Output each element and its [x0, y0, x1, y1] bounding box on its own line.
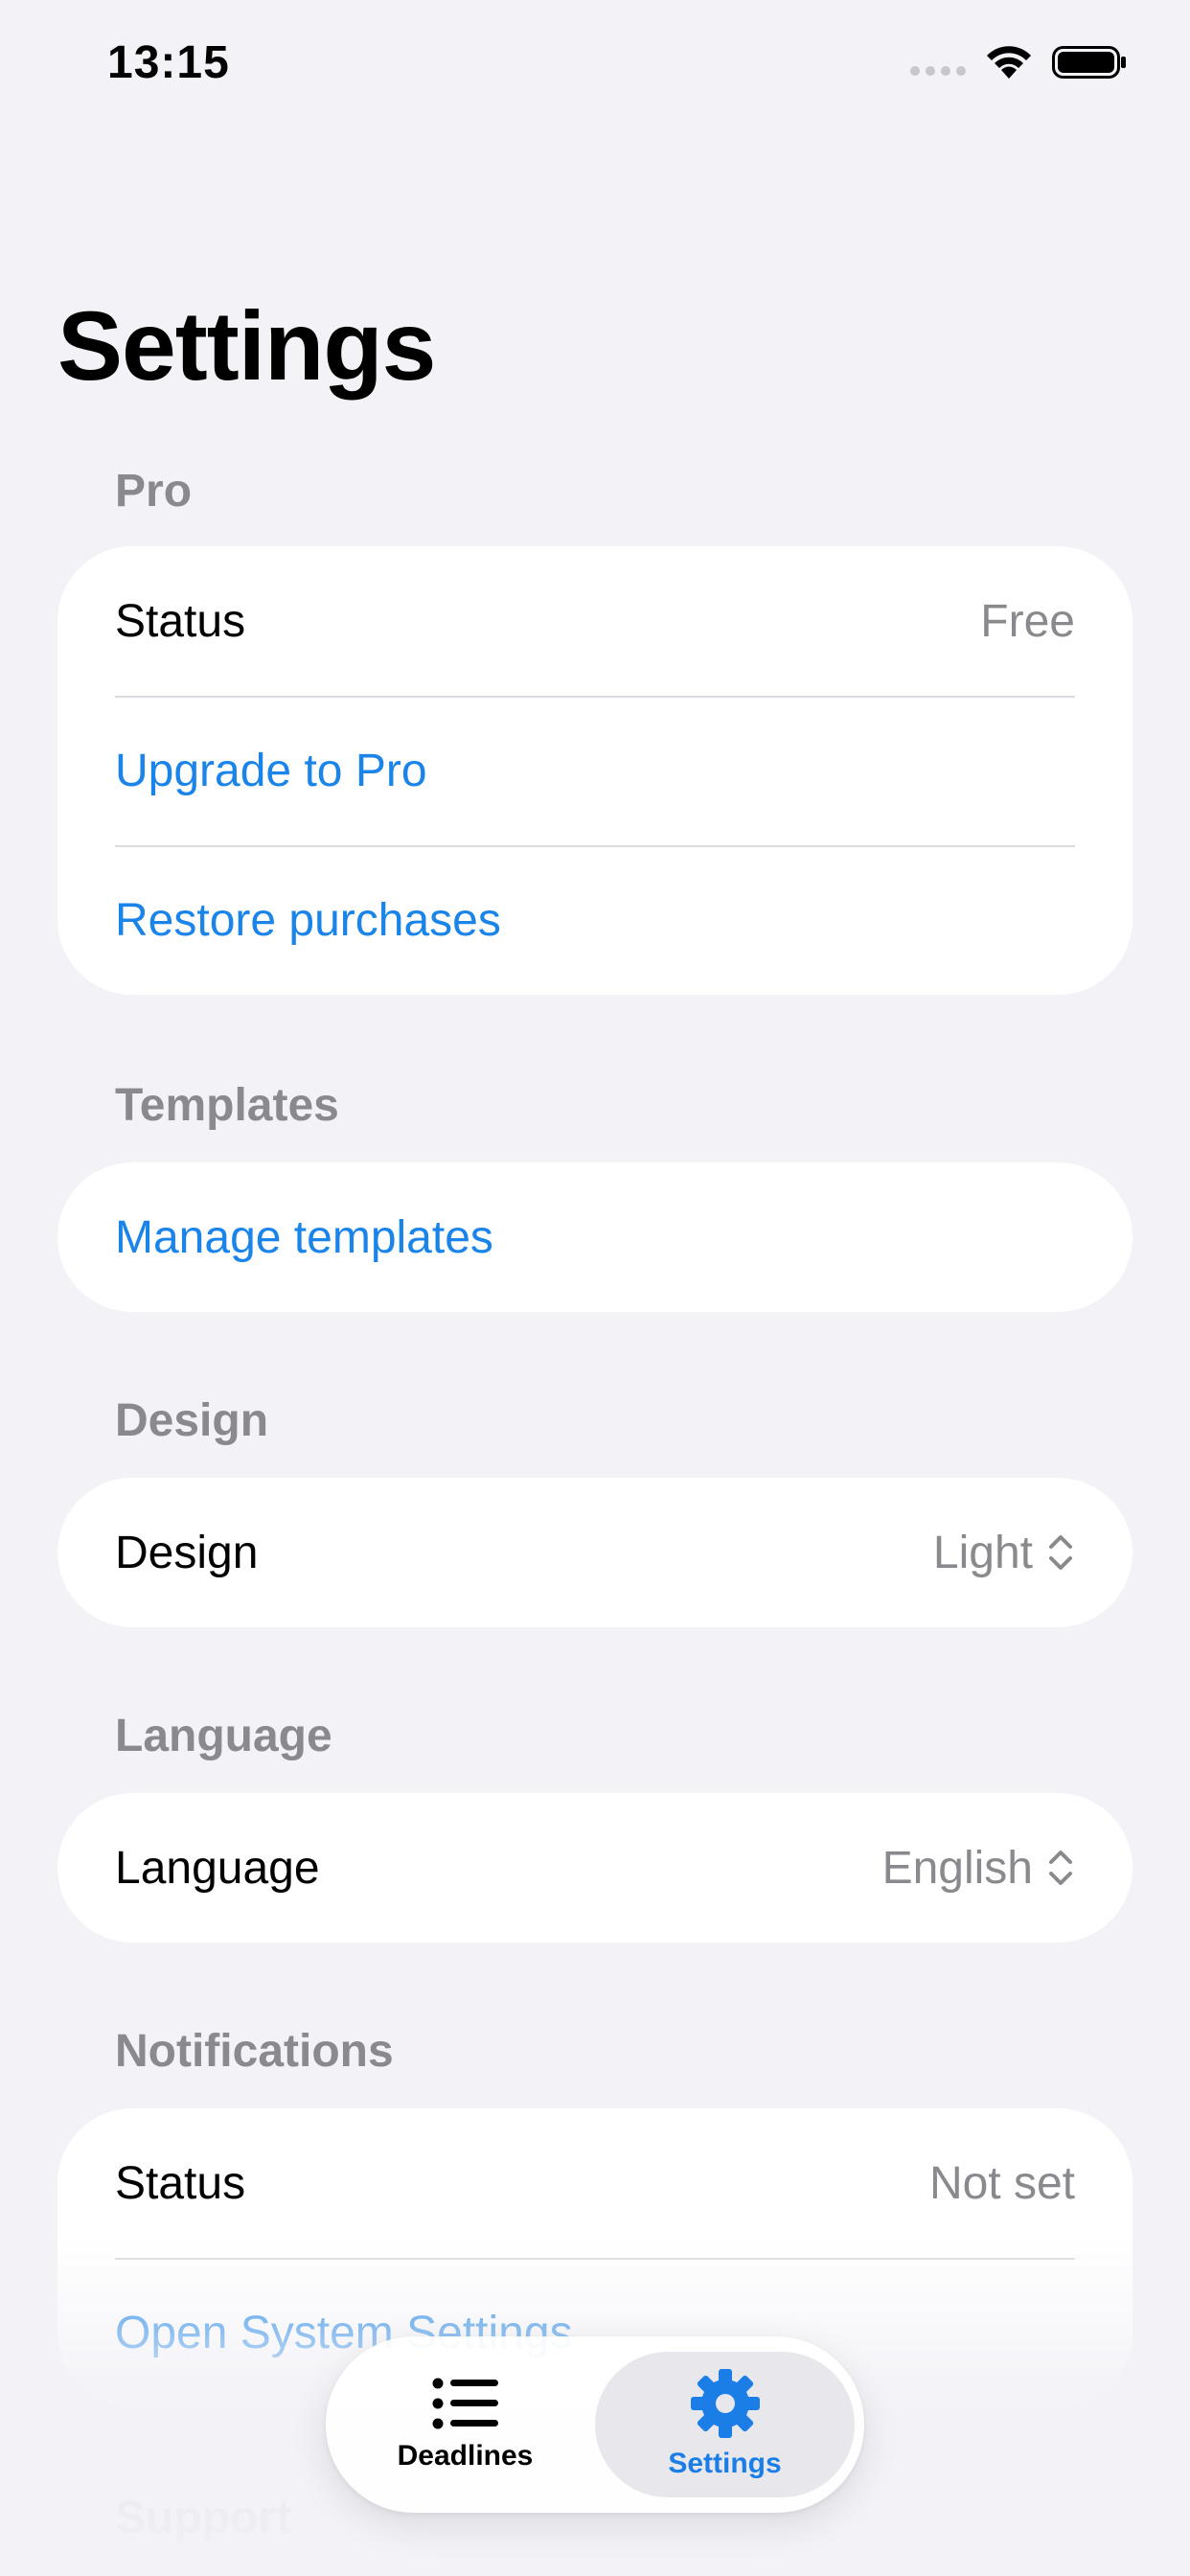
- design-picker[interactable]: Light: [933, 1527, 1075, 1579]
- cellular-signal-icon: [910, 66, 966, 76]
- page-title: Settings: [57, 291, 436, 401]
- language-picker[interactable]: English: [882, 1842, 1075, 1895]
- language-label: Language: [115, 1842, 320, 1894]
- status-icons: [910, 44, 1129, 80]
- section-header-templates: Templates: [115, 1080, 339, 1131]
- status-time: 13:15: [107, 37, 230, 88]
- wifi-icon: [987, 46, 1031, 79]
- notifications-status-row: Status Not set: [57, 2108, 1133, 2258]
- tab-settings[interactable]: Settings: [595, 2352, 855, 2497]
- restore-purchases-label: Restore purchases: [115, 894, 501, 946]
- section-header-design: Design: [115, 1395, 269, 1446]
- pro-card: Status Free Upgrade to Pro Restore purch…: [57, 546, 1133, 995]
- section-header-support: Support: [115, 2493, 291, 2543]
- chevron-up-down-icon: [1049, 1851, 1072, 1885]
- section-header-notifications: Notifications: [115, 2026, 394, 2077]
- tab-deadlines-label: Deadlines: [397, 2440, 534, 2472]
- tab-settings-label: Settings: [668, 2448, 782, 2479]
- language-value: English: [881, 1842, 1033, 1894]
- design-card: Design Light: [57, 1478, 1133, 1627]
- battery-icon: [1052, 46, 1126, 79]
- design-picker-row[interactable]: Design Light: [57, 1478, 1133, 1627]
- notifications-status-value: Not set: [928, 2157, 1075, 2209]
- upgrade-to-pro-button[interactable]: Upgrade to Pro: [57, 696, 1133, 845]
- tab-bar: Deadlines Settings: [326, 2336, 864, 2513]
- language-card: Language English: [57, 1793, 1133, 1943]
- restore-purchases-button[interactable]: Restore purchases: [57, 845, 1133, 995]
- tab-deadlines[interactable]: Deadlines: [335, 2352, 595, 2497]
- language-picker-row[interactable]: Language English: [57, 1793, 1133, 1943]
- section-header-pro: Pro: [115, 466, 193, 517]
- upgrade-to-pro-label: Upgrade to Pro: [115, 745, 427, 796]
- gear-icon: [690, 2369, 760, 2438]
- chevron-up-down-icon: [1049, 1535, 1072, 1570]
- pro-status-value: Free: [980, 595, 1075, 647]
- section-header-language: Language: [115, 1711, 332, 1761]
- templates-card: Manage templates: [57, 1162, 1133, 1312]
- pro-status-label: Status: [115, 595, 246, 647]
- design-label: Design: [115, 1527, 259, 1578]
- list-icon: [432, 2378, 498, 2429]
- pro-status-row: Status Free: [57, 546, 1133, 696]
- manage-templates-label: Manage templates: [115, 1211, 493, 1263]
- notifications-status-label: Status: [115, 2157, 246, 2209]
- design-value: Light: [932, 1527, 1033, 1578]
- manage-templates-button[interactable]: Manage templates: [57, 1162, 1133, 1312]
